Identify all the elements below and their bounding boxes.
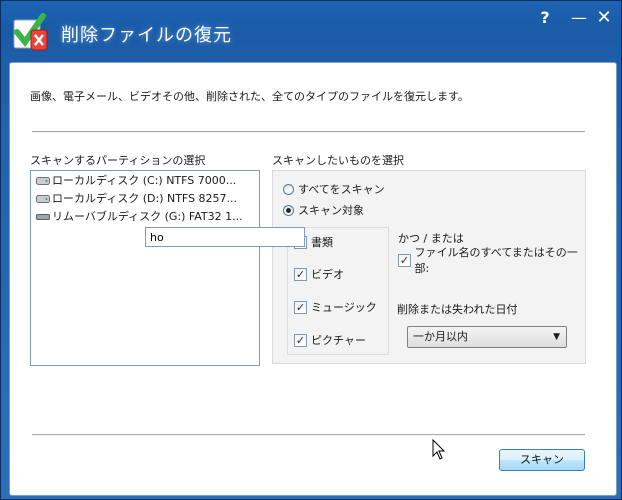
date-label: 削除または失われた日付 [397, 303, 518, 316]
radio-button[interactable] [283, 183, 294, 195]
window-title: 削除ファイルの復元 [61, 25, 232, 46]
radio-scan-all[interactable]: すべてをスキャン [283, 181, 385, 197]
checkbox-video[interactable]: ビデオ [294, 266, 344, 282]
checkbox-label: ビデオ [311, 268, 344, 281]
partition-list[interactable]: ローカルディスク (C:) NTFS 7000... ローカルディスク (D:)… [30, 170, 260, 366]
checkbox[interactable] [294, 333, 307, 347]
mouse-cursor-icon [432, 439, 446, 460]
checkbox-label: ファイル名のすべてまたはその一部: [414, 246, 578, 275]
list-item[interactable]: リムーバブルディスク (G:) FAT32 1... [31, 209, 259, 225]
checkbox[interactable] [294, 300, 307, 314]
description-text: 画像、電子メール、ビデオその他、削除された、全てのタイプのファイルを復元します。 [30, 90, 469, 103]
checkbox-label: ピクチャー [311, 334, 366, 347]
checkbox-music[interactable]: ミュージック [294, 299, 377, 315]
partition-label: スキャンするパーティションの選択 [30, 154, 206, 167]
divider-bottom [32, 434, 585, 436]
list-item-label: リムーバブルディスク (G:) FAT32 1... [52, 210, 243, 223]
list-item-label: ローカルディスク (D:) NTFS 8257... [52, 192, 238, 205]
help-button[interactable]: ? [534, 9, 556, 27]
filename-input[interactable] [145, 227, 305, 247]
scan-button[interactable]: スキャン [499, 449, 585, 471]
restore-window: 削除ファイルの復元 ? — ✕ 画像、電子メール、ビデオその他、削除された、全て… [0, 0, 622, 500]
radio-scan-target[interactable]: スキャン対象 [283, 202, 364, 218]
app-icon [13, 13, 48, 51]
checkbox-pictures[interactable]: ピクチャー [294, 332, 366, 348]
chevron-down-icon: ▼ [553, 332, 560, 342]
checkbox[interactable] [294, 267, 307, 281]
removable-disk-icon [36, 214, 50, 220]
checkbox-label: ミュージック [311, 301, 377, 314]
list-item[interactable]: ローカルディスク (C:) NTFS 7000... [31, 173, 259, 189]
minimize-button[interactable]: — [568, 9, 590, 27]
hard-disk-icon [36, 195, 50, 203]
checkbox-label: 書類 [311, 236, 333, 249]
radio-button[interactable] [283, 204, 294, 216]
checkbox[interactable] [398, 253, 411, 267]
list-item-label: ローカルディスク (C:) NTFS 7000... [52, 174, 237, 187]
radio-label: スキャン対象 [298, 204, 364, 217]
close-button[interactable]: ✕ [593, 9, 615, 27]
list-item[interactable]: ローカルディスク (D:) NTFS 8257... [31, 191, 259, 207]
checkbox-filename[interactable]: ファイル名のすべてまたはその一部: [398, 246, 585, 275]
scan-target-label: スキャンしたいものを選択 [272, 154, 404, 167]
hard-disk-icon [36, 177, 50, 185]
date-select[interactable]: 一か月以内 ▼ [407, 326, 567, 348]
client-area: 画像、電子メール、ビデオその他、削除された、全てのタイプのファイルを復元します。… [9, 62, 617, 496]
title-bar[interactable]: 削除ファイルの復元 ? — ✕ [1, 1, 621, 61]
date-select-value: 一か月以内 [413, 330, 468, 343]
divider-top [32, 131, 585, 133]
radio-label: すべてをスキャン [298, 183, 385, 196]
